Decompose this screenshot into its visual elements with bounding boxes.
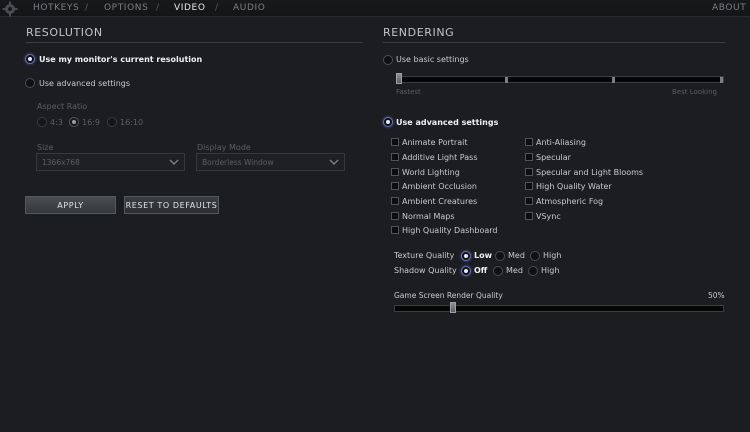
specular-light-blooms-label: Specular and Light Blooms	[536, 168, 644, 177]
texture-high-radio[interactable]	[530, 251, 540, 261]
gear-icon[interactable]	[2, 1, 18, 17]
normal-maps-label: Normal Maps	[402, 212, 455, 221]
resolution-title: RESOLUTION	[26, 26, 103, 39]
slider-tick	[505, 77, 508, 83]
shadow-quality-label: Shadow Quality	[394, 266, 457, 275]
vsync-label: VSync	[536, 212, 561, 221]
high-quality-water-label: High Quality Water	[536, 182, 612, 191]
nav-separator: /	[215, 3, 219, 13]
high-quality-dashboard-label: High Quality Dashboard	[402, 226, 498, 235]
aspect-ratio-label: Aspect Ratio	[37, 102, 88, 111]
texture-low-label: Low	[474, 251, 492, 260]
tab-options[interactable]: OPTIONS	[104, 3, 148, 13]
additive-light-pass-checkbox[interactable]	[391, 153, 399, 161]
high-quality-dashboard-checkbox[interactable]	[391, 226, 399, 234]
ambient-creatures-label: Ambient Creatures	[402, 197, 478, 206]
render-quality-slider-handle[interactable]	[450, 302, 457, 313]
size-select[interactable]: 1366x768	[36, 153, 185, 171]
normal-maps-checkbox[interactable]	[391, 212, 399, 220]
slider-min-label: Fastest	[396, 88, 421, 96]
chevron-down-icon	[329, 159, 339, 165]
animate-portrait-checkbox[interactable]	[391, 138, 399, 146]
basic-quality-slider-handle[interactable]	[396, 73, 402, 84]
about-link[interactable]: ABOUT	[712, 3, 746, 13]
reset-to-defaults-button[interactable]: RESET TO DEFAULTS	[124, 196, 219, 214]
shadow-med-radio[interactable]	[493, 266, 503, 276]
use-monitor-resolution-label: Use my monitor's current resolution	[39, 55, 203, 64]
rendering-title: RENDERING	[383, 26, 455, 39]
texture-med-radio[interactable]	[495, 251, 505, 261]
aspect-16-9-label: 16:9	[82, 118, 100, 127]
aspect-16-10-label: 16:10	[120, 118, 144, 127]
vsync-checkbox[interactable]	[525, 212, 533, 220]
slider-tick	[612, 77, 615, 83]
rendering-basic-label: Use basic settings	[396, 55, 469, 64]
size-label: Size	[37, 143, 54, 152]
shadow-off-radio[interactable]	[461, 266, 471, 276]
render-quality-slider[interactable]	[394, 305, 724, 312]
animate-portrait-label: Animate Portrait	[402, 138, 468, 147]
apply-button[interactable]: APPLY	[25, 196, 116, 214]
texture-quality-label: Texture Quality	[394, 251, 455, 260]
world-lighting-checkbox[interactable]	[391, 168, 399, 176]
specular-label: Specular	[536, 153, 571, 162]
aspect-16-9-radio[interactable]	[69, 117, 79, 127]
display-mode-select-value: Borderless Window	[202, 158, 274, 167]
nav-separator: /	[85, 3, 89, 13]
texture-med-label: Med	[508, 251, 525, 260]
world-lighting-label: World Lighting	[402, 168, 460, 177]
basic-quality-slider[interactable]	[396, 76, 724, 83]
additive-light-pass-label: Additive Light Pass	[402, 153, 478, 162]
render-quality-value: 50%	[708, 291, 725, 300]
rendering-basic-radio[interactable]	[383, 55, 393, 65]
tab-video[interactable]: VIDEO	[174, 3, 206, 13]
size-select-value: 1366x768	[42, 158, 80, 167]
anti-aliasing-label: Anti-Aliasing	[536, 138, 586, 147]
section-divider	[383, 42, 725, 43]
atmospheric-fog-checkbox[interactable]	[525, 197, 533, 205]
rendering-advanced-radio[interactable]	[383, 117, 393, 127]
tab-audio[interactable]: AUDIO	[233, 3, 265, 13]
shadow-med-label: Med	[506, 266, 523, 275]
display-mode-select[interactable]: Borderless Window	[196, 153, 345, 171]
aspect-4-3-label: 4:3	[50, 118, 63, 127]
texture-high-label: High	[543, 251, 562, 260]
texture-low-radio[interactable]	[461, 251, 471, 261]
rendering-advanced-label: Use advanced settings	[396, 118, 499, 127]
aspect-16-10-radio[interactable]	[107, 117, 117, 127]
chevron-down-icon	[169, 159, 179, 165]
section-divider	[26, 42, 363, 43]
anti-aliasing-checkbox[interactable]	[525, 138, 533, 146]
render-quality-label: Game Screen Render Quality	[394, 291, 503, 300]
ambient-occlusion-label: Ambient Occlusion	[402, 182, 477, 191]
slider-max-label: Best Looking	[672, 88, 717, 96]
shadow-high-radio[interactable]	[528, 266, 538, 276]
atmospheric-fog-label: Atmospheric Fog	[536, 197, 604, 206]
ambient-occlusion-checkbox[interactable]	[391, 182, 399, 190]
nav-separator: /	[156, 3, 160, 13]
aspect-4-3-radio[interactable]	[37, 117, 47, 127]
top-nav-bar: HOTKEYS / OPTIONS / VIDEO / AUDIO ABOUT	[0, 0, 750, 17]
specular-checkbox[interactable]	[525, 153, 533, 161]
shadow-high-label: High	[541, 266, 560, 275]
resolution-advanced-radio[interactable]	[25, 78, 35, 88]
slider-tick	[720, 77, 723, 83]
ambient-creatures-checkbox[interactable]	[391, 197, 399, 205]
use-monitor-resolution-radio[interactable]	[25, 54, 35, 64]
display-mode-label: Display Mode	[197, 143, 251, 152]
shadow-off-label: Off	[474, 266, 488, 275]
high-quality-water-checkbox[interactable]	[525, 182, 533, 190]
specular-light-blooms-checkbox[interactable]	[525, 168, 533, 176]
tab-hotkeys[interactable]: HOTKEYS	[33, 3, 79, 13]
resolution-advanced-label: Use advanced settings	[39, 79, 131, 88]
